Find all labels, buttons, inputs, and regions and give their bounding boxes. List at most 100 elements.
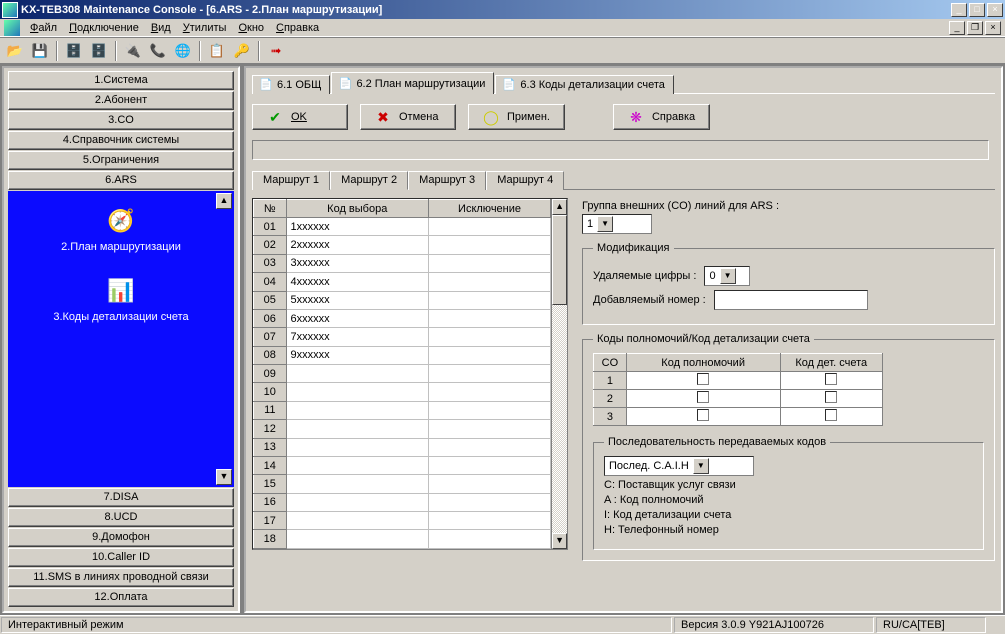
nav-scroll-down[interactable]: ▼ xyxy=(216,469,232,485)
route-tab-1[interactable]: Маршрут 1 xyxy=(252,171,330,190)
menu-view[interactable]: Вид xyxy=(145,20,177,36)
mdi-restore-button[interactable]: ❐ xyxy=(967,21,983,35)
scroll-track[interactable] xyxy=(552,305,567,533)
scroll-thumb[interactable] xyxy=(552,215,567,305)
menu-window[interactable]: Окно xyxy=(232,20,270,36)
nav-co[interactable]: 3.CO xyxy=(8,111,234,130)
status-version: Версия 3.0.9 Y921AJ100726 xyxy=(674,617,874,633)
table-row[interactable]: 011xxxxxx xyxy=(254,218,551,236)
route-tab-2[interactable]: Маршрут 2 xyxy=(330,171,408,190)
nav-pay[interactable]: 12.Оплата xyxy=(8,588,234,607)
scroll-down-icon[interactable]: ▼ xyxy=(552,533,567,549)
tool-db1-icon[interactable]: 🗄️ xyxy=(63,40,85,62)
chevron-down-icon[interactable]: ▼ xyxy=(693,458,709,474)
menu-utils[interactable]: Утилиты xyxy=(177,20,233,36)
nav-sms[interactable]: 11.SMS в линиях проводной связи xyxy=(8,568,234,587)
tab-61[interactable]: 📄6.1 ОБЩ xyxy=(252,75,330,94)
nav-restrict[interactable]: 5.Ограничения xyxy=(8,151,234,170)
table-row[interactable]: 17 xyxy=(254,512,551,530)
table-row[interactable]: 10 xyxy=(254,383,551,401)
app-small-icon xyxy=(4,20,20,36)
tool-open-icon[interactable]: 📂 xyxy=(4,40,26,62)
checkbox[interactable] xyxy=(697,373,709,385)
table-row[interactable]: 055xxxxxx xyxy=(254,291,551,309)
nav-scroll-up[interactable]: ▲ xyxy=(216,193,232,209)
route-tab-3[interactable]: Маршрут 3 xyxy=(408,171,486,190)
table-row[interactable]: 09 xyxy=(254,365,551,383)
table-row[interactable]: 13 xyxy=(254,438,551,456)
route-tab-4[interactable]: Маршрут 4 xyxy=(486,171,564,190)
table-row[interactable]: 089xxxxxx xyxy=(254,346,551,364)
tool-misc1-icon[interactable]: 📋 xyxy=(206,40,228,62)
table-scrollbar[interactable]: ▲ ▼ xyxy=(551,199,567,549)
maximize-button[interactable]: □ xyxy=(969,3,985,17)
checkbox[interactable] xyxy=(825,373,837,385)
tool-save-icon[interactable]: 💾 xyxy=(29,40,51,62)
col-num[interactable]: № xyxy=(254,200,287,218)
checkbox[interactable] xyxy=(825,391,837,403)
help-button[interactable]: ❋Справка xyxy=(613,104,710,130)
action-buttons: ✔OK ✖Отмена ◯Примен. ❋Справка xyxy=(252,104,995,130)
nav-dir[interactable]: 4.Справочник системы xyxy=(8,131,234,150)
chevron-down-icon[interactable]: ▼ xyxy=(597,216,613,232)
menu-help[interactable]: Справка xyxy=(270,20,325,36)
sequence-select[interactable]: Послед. C.A.I.H ▼ xyxy=(604,456,754,476)
table-row[interactable]: 15 xyxy=(254,475,551,493)
tool-conn2-icon[interactable]: 📞 xyxy=(147,40,169,62)
tab-62[interactable]: 📄6.2 План маршрутизации xyxy=(331,72,494,94)
tool-conn3-icon[interactable]: 🌐 xyxy=(172,40,194,62)
nav-detail-codes[interactable]: 📊 3.Коды детализации счета xyxy=(8,275,234,323)
auth-codes-group: Коды полномочий/Код детализации счета CO… xyxy=(582,333,995,561)
menu-connect[interactable]: Подключение xyxy=(63,20,145,36)
nav-ars[interactable]: 6.ARS xyxy=(8,171,234,190)
minimize-button[interactable]: _ xyxy=(951,3,967,17)
nav-ucd[interactable]: 8.UCD xyxy=(8,508,234,527)
col-code[interactable]: Код выбора xyxy=(286,200,428,218)
mdi-minimize-button[interactable]: _ xyxy=(949,21,965,35)
tool-db2-icon[interactable]: 🗄️ xyxy=(88,40,110,62)
table-row[interactable]: 066xxxxxx xyxy=(254,309,551,327)
table-row[interactable]: 16 xyxy=(254,493,551,511)
table-row[interactable]: 18 xyxy=(254,530,551,549)
table-row[interactable]: 044xxxxxx xyxy=(254,273,551,291)
tool-exit-icon[interactable]: ➟ xyxy=(265,40,287,62)
nav-abonent[interactable]: 2.Абонент xyxy=(8,91,234,110)
nav-route-plan[interactable]: 🧭 2.План маршрутизации xyxy=(8,205,234,253)
cancel-button[interactable]: ✖Отмена xyxy=(360,104,456,130)
nav-route-plan-label: 2.План маршрутизации xyxy=(8,241,234,253)
checkbox[interactable] xyxy=(697,391,709,403)
seq-i: I: Код детализации счета xyxy=(604,509,973,521)
nav-callerid[interactable]: 10.Caller ID xyxy=(8,548,234,567)
co-group-select[interactable]: 1 ▼ xyxy=(582,214,652,234)
chevron-down-icon[interactable]: ▼ xyxy=(720,268,736,284)
checkbox[interactable] xyxy=(697,409,709,421)
table-row[interactable]: 11 xyxy=(254,401,551,419)
nav-system[interactable]: 1.Система xyxy=(8,71,234,90)
work-area: 1.Система 2.Абонент 3.CO 4.Справочник си… xyxy=(0,64,1005,615)
apply-button[interactable]: ◯Примен. xyxy=(468,104,565,130)
help-icon: ❋ xyxy=(628,109,644,125)
del-digits-select[interactable]: 0 ▼ xyxy=(704,266,750,286)
mdi-close-button[interactable]: × xyxy=(985,21,1001,35)
ok-button[interactable]: ✔OK xyxy=(252,104,348,130)
tool-conn1-icon[interactable]: 🔌 xyxy=(122,40,144,62)
checkbox[interactable] xyxy=(825,409,837,421)
table-row[interactable]: 12 xyxy=(254,420,551,438)
route-table[interactable]: № Код выбора Исключение 011xxxxxx022xxxx… xyxy=(253,199,551,549)
table-row[interactable]: 022xxxxxx xyxy=(254,236,551,254)
close-button[interactable]: × xyxy=(987,3,1003,17)
table-row[interactable]: 14 xyxy=(254,456,551,474)
add-num-input[interactable] xyxy=(714,290,868,310)
nav-doorphone[interactable]: 9.Домофон xyxy=(8,528,234,547)
del-digits-label: Удаляемые цифры : xyxy=(593,270,696,282)
nav-disa[interactable]: 7.DISA xyxy=(8,488,234,507)
tool-misc2-icon[interactable]: 🔑 xyxy=(231,40,253,62)
table-row[interactable]: 033xxxxxx xyxy=(254,254,551,272)
modification-group: Модификация Удаляемые цифры : 0 ▼ Добавл… xyxy=(582,242,995,325)
scroll-up-icon[interactable]: ▲ xyxy=(552,199,567,215)
auth-table[interactable]: CO Код полномочий Код дет. счета 1 2 3 xyxy=(593,353,883,426)
menu-file[interactable]: Файл xyxy=(24,20,63,36)
col-exc[interactable]: Исключение xyxy=(428,200,550,218)
table-row[interactable]: 077xxxxxx xyxy=(254,328,551,346)
tab-63[interactable]: 📄6.3 Коды детализации счета xyxy=(495,75,673,94)
